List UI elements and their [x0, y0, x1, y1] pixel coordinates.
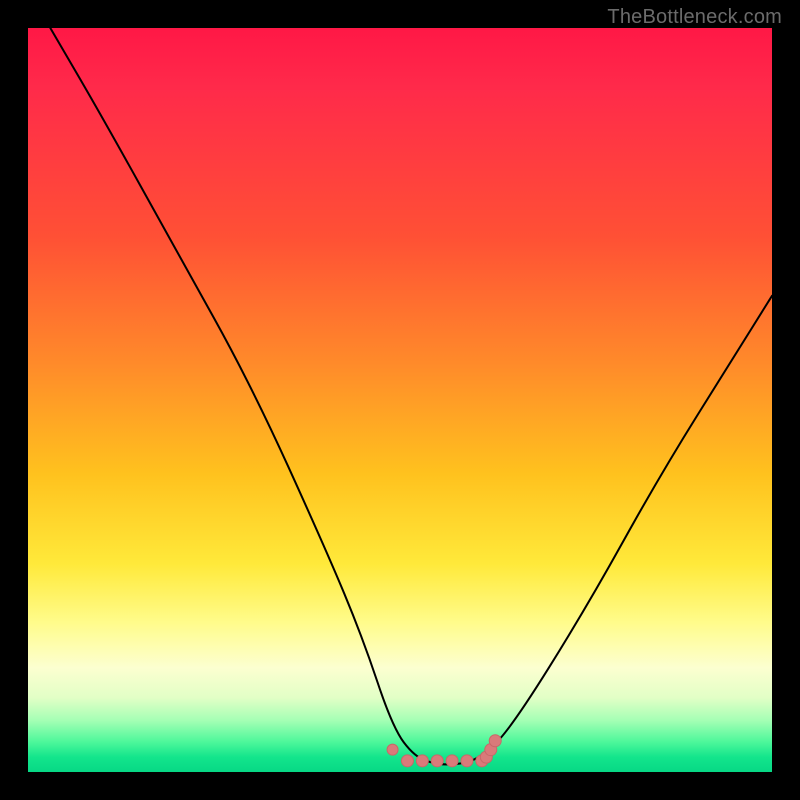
optimal-dot [387, 744, 398, 755]
optimal-dot [489, 735, 501, 747]
bottleneck-curve [50, 28, 772, 765]
plot-area [28, 28, 772, 772]
optimal-dot [461, 755, 473, 767]
watermark-label: TheBottleneck.com [607, 6, 782, 29]
optimal-dot [446, 755, 458, 767]
optimal-dot [401, 755, 413, 767]
curve-layer [28, 28, 772, 772]
optimal-region-dots [387, 735, 501, 767]
optimal-dot [431, 755, 443, 767]
optimal-dot [416, 755, 428, 767]
outer-frame: TheBottleneck.com [0, 0, 800, 800]
